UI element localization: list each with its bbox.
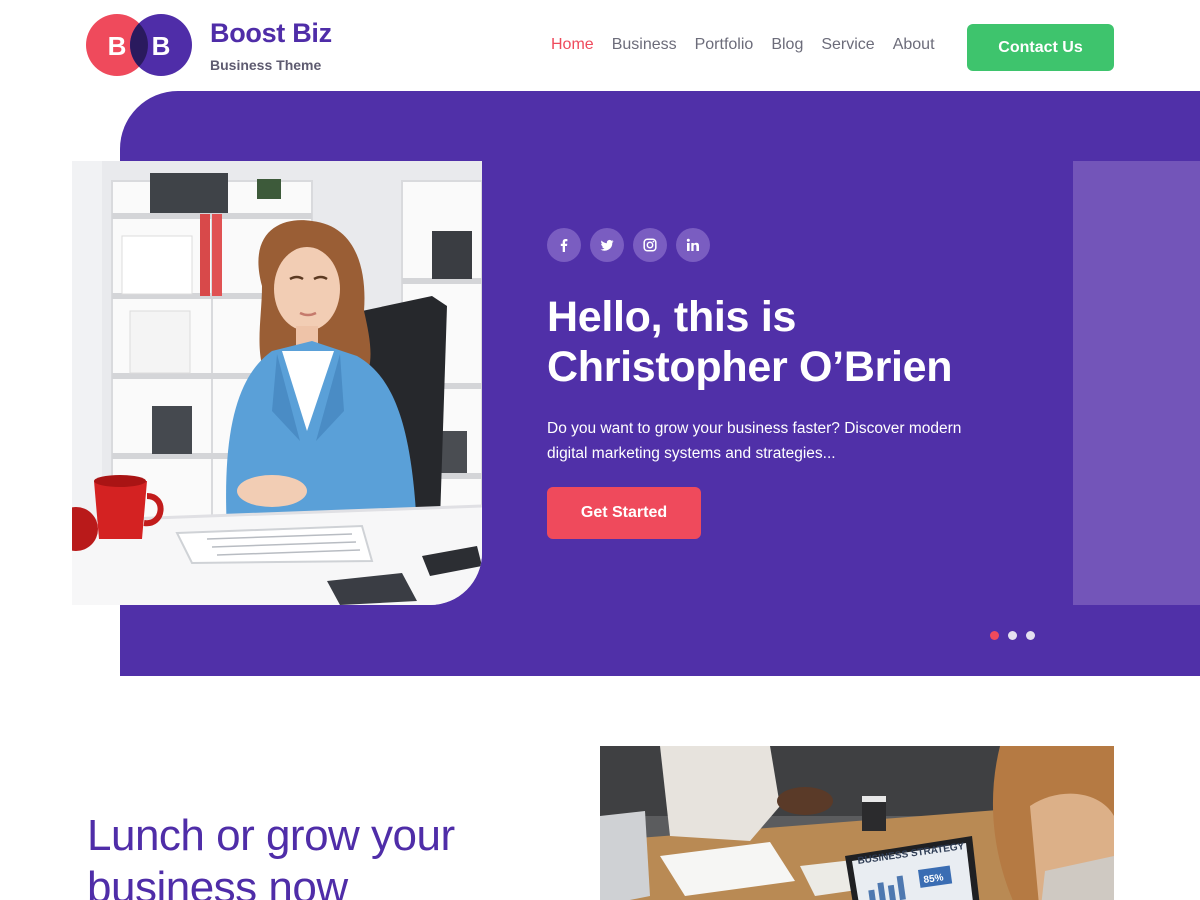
meeting-photo: BUSINESS STRATEGY 85% bbox=[600, 746, 1114, 900]
hero-title: Hello, this is Christopher O’Brien bbox=[547, 292, 1047, 392]
logo[interactable]: B B bbox=[86, 14, 192, 76]
hero-title-line-2: Christopher O’Brien bbox=[547, 343, 953, 391]
get-started-button[interactable]: Get Started bbox=[547, 487, 701, 539]
twitter-icon[interactable] bbox=[590, 228, 624, 262]
facebook-icon[interactable] bbox=[547, 228, 581, 262]
slider-dot-1[interactable] bbox=[990, 631, 999, 640]
nav-blog[interactable]: Blog bbox=[771, 36, 803, 54]
section-title-line-1: Lunch or grow your bbox=[87, 811, 455, 860]
nav-portfolio[interactable]: Portfolio bbox=[695, 36, 754, 54]
slider-dots bbox=[990, 631, 1035, 640]
nav-about[interactable]: About bbox=[893, 36, 935, 54]
hero-title-line-1: Hello, this is bbox=[547, 293, 797, 341]
section-title: Lunch or grow your business now bbox=[87, 810, 547, 900]
brand-subtitle: Business Theme bbox=[210, 57, 322, 73]
section-title-line-2: business now bbox=[87, 863, 348, 900]
nav-service[interactable]: Service bbox=[821, 36, 874, 54]
logo-letter-2: B bbox=[152, 31, 171, 61]
instagram-icon[interactable] bbox=[633, 228, 667, 262]
main-nav: Home Business Portfolio Blog Service Abo… bbox=[551, 36, 935, 54]
nav-business[interactable]: Business bbox=[612, 36, 677, 54]
linkedin-icon[interactable] bbox=[676, 228, 710, 262]
slider-dot-2[interactable] bbox=[1008, 631, 1017, 640]
social-links bbox=[547, 228, 710, 262]
hero-description: Do you want to grow your business faster… bbox=[547, 416, 1017, 466]
brand-title[interactable]: Boost Biz bbox=[210, 18, 332, 49]
hero-photo bbox=[72, 161, 482, 605]
slider-dot-3[interactable] bbox=[1026, 631, 1035, 640]
contact-us-button[interactable]: Contact Us bbox=[967, 24, 1114, 71]
logo-letter-1: B bbox=[108, 31, 127, 61]
hero-description-line-1: Do you want to grow your business faster… bbox=[547, 420, 962, 437]
hero-description-line-2: digital marketing systems and strategies… bbox=[547, 445, 836, 462]
next-slide-preview[interactable] bbox=[1073, 161, 1200, 605]
nav-home[interactable]: Home bbox=[551, 36, 594, 54]
